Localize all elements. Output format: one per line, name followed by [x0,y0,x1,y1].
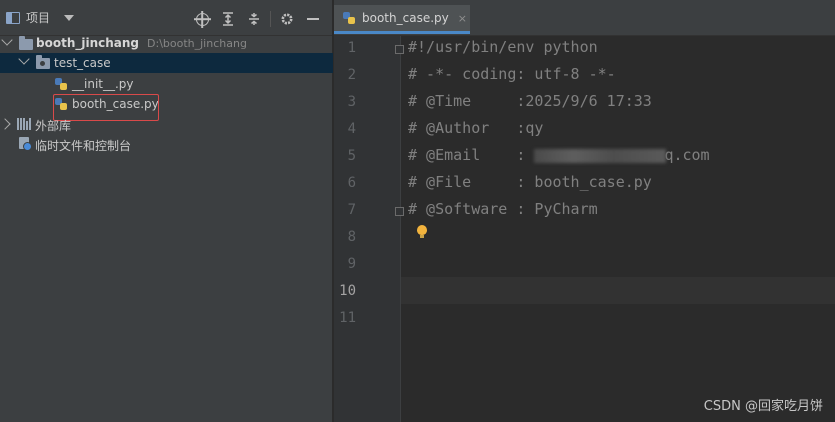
project-panel: 项目 booth_jinchang D:\booth_jinchang test… [0,0,333,422]
line-number: 9 [347,256,356,272]
package-folder-icon [36,55,50,69]
toolbar-divider [270,11,271,27]
editor-tab-bar: booth_case.py × [334,0,835,36]
lightbulb-icon[interactable] [417,225,427,238]
scratches-label: 临时文件和控制台 [35,139,132,153]
watermark: CSDN @回家吃月饼 [703,399,823,414]
line-number-current: 10 [339,283,356,299]
collapse-all-button[interactable] [241,10,267,28]
code-line: # @Author :qy [408,119,544,137]
tree-item-external-libraries[interactable]: 外部库 [0,114,333,134]
line-number: 8 [347,229,356,245]
chevron-down-icon[interactable] [64,14,75,21]
line-number: 4 [347,121,356,137]
file-name: __init__.py [72,77,134,91]
code-line: # -*- coding: utf-8 -*- [408,65,616,83]
tab-label: booth_case.py [362,11,449,25]
line-number: 6 [347,175,356,191]
python-file-icon [54,77,68,91]
code-line: # @File : booth_case.py [408,173,652,191]
settings-button[interactable] [274,10,300,28]
tree-item-test-case[interactable]: test_case [0,53,333,73]
current-line-highlight [401,277,835,304]
python-file-icon [342,11,356,25]
expand-all-button[interactable] [215,10,241,28]
chevron-down-icon[interactable] [18,53,30,65]
package-name: test_case [54,56,111,70]
chevron-down-icon[interactable] [1,34,13,46]
email-prefix: # @Email : [408,146,535,164]
redacted-email [534,148,667,163]
code-editor[interactable]: #!/usr/bin/env python # -*- coding: utf-… [401,36,835,422]
line-number: 5 [347,148,356,164]
external-libraries-label: 外部库 [35,119,72,133]
tree-item-scratches[interactable]: 临时文件和控制台 [0,134,333,154]
expand-all-icon [223,12,233,26]
tree-item-init-py[interactable]: __init__.py [0,74,333,94]
code-line: # @Time :2025/9/6 17:33 [408,92,652,110]
library-icon [17,118,31,130]
crosshair-icon [195,12,209,26]
line-number: 7 [347,202,356,218]
tab-booth-case-py[interactable]: booth_case.py × [334,5,470,34]
hide-panel-button[interactable] [300,10,326,28]
line-number: 11 [339,310,356,326]
email-suffix: q.com [664,146,710,164]
line-number: 2 [347,67,356,83]
chevron-right-icon[interactable] [0,118,11,130]
collapse-all-icon [249,13,259,25]
project-tree: booth_jinchang D:\booth_jinchang test_cas… [0,34,333,153]
scratch-clock-icon [18,137,32,151]
code-line: # @Email : q.com [408,146,710,164]
gear-icon [281,13,293,25]
line-number: 3 [347,94,356,110]
code-line: # @Software : PyCharm [408,200,598,218]
code-line: #!/usr/bin/env python [408,38,598,56]
tree-item-root[interactable]: booth_jinchang D:\booth_jinchang [0,34,333,54]
root-folder-name: booth_jinchang [36,36,140,50]
tree-item-booth-case-py[interactable]: booth_case.py [0,94,333,114]
locate-file-button[interactable] [189,10,215,28]
line-number: 1 [347,40,356,56]
editor: booth_case.py × 1 2 3 4 5 6 7 8 9 10 11 … [334,0,835,422]
close-icon[interactable]: × [458,12,467,25]
root-folder-path: D:\booth_jinchang [147,37,247,50]
project-panel-toolbar [189,10,326,28]
project-view-icon [6,11,20,24]
minus-icon [307,18,319,20]
line-number-gutter: 1 2 3 4 5 6 7 8 9 10 11 [334,36,404,422]
project-panel-title[interactable]: 项目 [26,9,50,26]
folder-icon [19,36,33,50]
